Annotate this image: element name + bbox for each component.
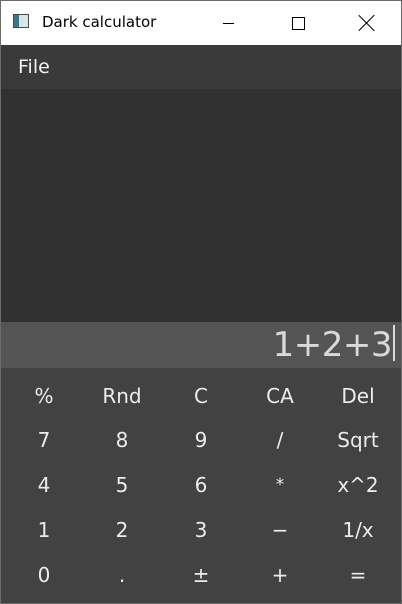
key-multiply[interactable]: *	[240, 462, 320, 507]
display-expression: 1+2+3	[272, 325, 393, 365]
menu-bar: File	[1, 45, 401, 89]
display-field[interactable]: 1+2+3	[1, 322, 401, 368]
key-7[interactable]: 7	[4, 417, 84, 462]
key-reciprocal[interactable]: 1/x	[318, 507, 398, 552]
key-negate[interactable]: ±	[161, 552, 241, 597]
key-8[interactable]: 8	[82, 417, 162, 462]
window-title: Dark calculator	[42, 13, 157, 31]
key-equals[interactable]: =	[318, 552, 398, 597]
display-expression-wrapper: 1+2+3	[273, 325, 395, 365]
key-clear-all[interactable]: CA	[240, 373, 320, 418]
text-caret	[393, 325, 395, 361]
key-1[interactable]: 1	[4, 507, 84, 552]
maximize-button[interactable]	[263, 1, 333, 45]
maximize-icon	[291, 16, 305, 30]
key-3[interactable]: 3	[161, 507, 241, 552]
key-percent[interactable]: %	[4, 373, 84, 418]
close-button[interactable]	[332, 1, 402, 45]
title-bar[interactable]: Dark calculator	[1, 1, 401, 45]
keypad: % Rnd C CA Del 7 8 9 / Sqrt 4 5 6 * x^2 …	[1, 368, 401, 603]
minimize-button[interactable]	[193, 1, 263, 45]
key-clear[interactable]: C	[161, 373, 241, 418]
history-panel	[1, 89, 401, 322]
key-6[interactable]: 6	[161, 462, 241, 507]
key-square[interactable]: x^2	[318, 462, 398, 507]
key-decimal[interactable]: .	[82, 552, 162, 597]
close-icon	[359, 15, 375, 31]
key-2[interactable]: 2	[82, 507, 162, 552]
key-sqrt[interactable]: Sqrt	[318, 417, 398, 462]
key-9[interactable]: 9	[161, 417, 241, 462]
menu-file[interactable]: File	[18, 56, 50, 78]
key-5[interactable]: 5	[82, 462, 162, 507]
key-delete[interactable]: Del	[318, 373, 398, 418]
app-icon	[13, 14, 29, 28]
key-round[interactable]: Rnd	[82, 373, 162, 418]
key-0[interactable]: 0	[4, 552, 84, 597]
key-add[interactable]: +	[240, 552, 320, 597]
key-subtract[interactable]: −	[240, 507, 320, 552]
key-4[interactable]: 4	[4, 462, 84, 507]
minimize-icon	[222, 22, 234, 24]
key-divide[interactable]: /	[240, 417, 320, 462]
